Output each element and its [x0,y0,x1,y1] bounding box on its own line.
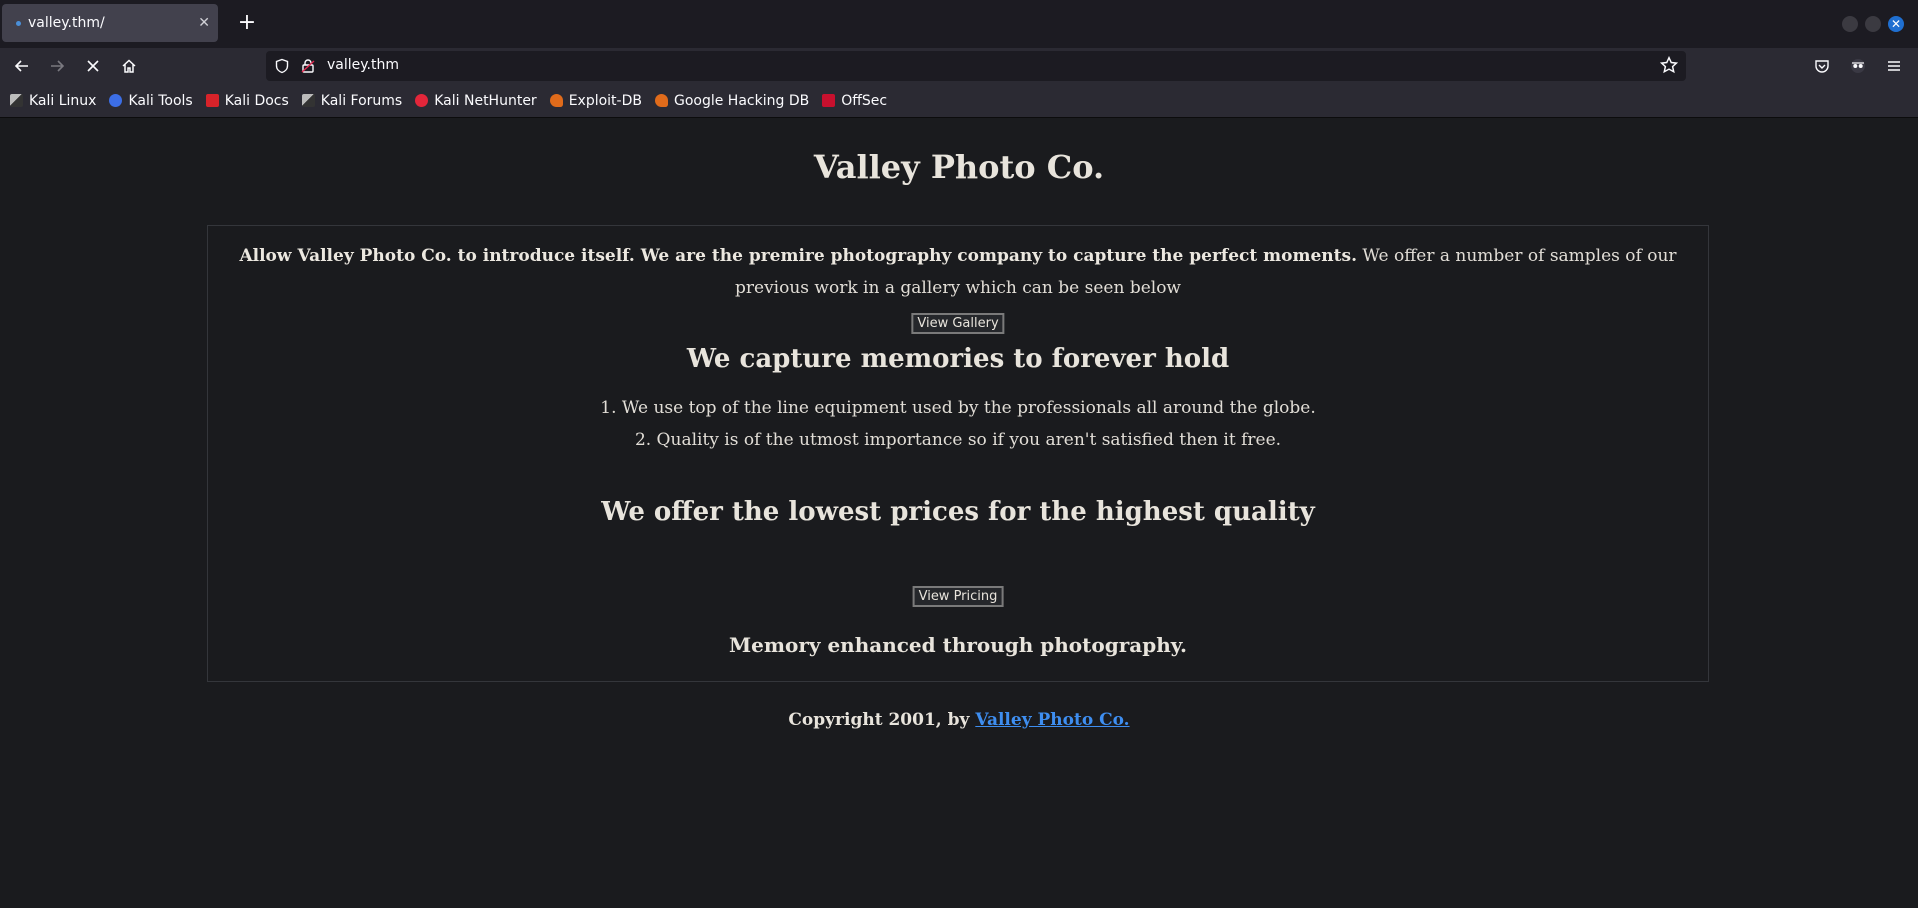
bookmark-label: Kali Forums [320,92,403,109]
kali-dragon-icon [10,94,23,107]
bookmark-kali-tools[interactable]: Kali Tools [109,92,193,109]
navigation-toolbar: valley.thm [0,48,1918,84]
feature-item: 1. We use top of the line equipment used… [600,398,1316,418]
view-gallery-button[interactable]: View Gallery [911,313,1005,334]
account-button[interactable] [1844,52,1872,80]
bookmark-label: OffSec [841,92,888,109]
address-bar[interactable]: valley.thm [266,51,1686,81]
footer-text: Copyright 2001, by [788,710,976,730]
footer-link[interactable]: Valley Photo Co. [975,710,1129,730]
tab-title: valley.thm/ [28,15,105,31]
heading-memories: We capture memories to forever hold [686,344,1230,374]
window-close-button[interactable]: ✕ [1888,16,1904,32]
nethunter-icon [415,94,429,107]
bookmark-label: Kali NetHunter [434,92,537,109]
footer-copyright: Copyright 2001, by Valley Photo Co. [0,710,1918,730]
intro-bold-text: Allow Valley Photo Co. to introduce itse… [239,246,1357,266]
home-button[interactable] [115,52,143,80]
lock-insecure-icon[interactable] [300,58,316,74]
bookmark-google-hacking-db[interactable]: Google Hacking DB [654,92,810,109]
bookmark-kali-nethunter[interactable]: Kali NetHunter [415,92,537,109]
tab-bar: valley.thm/ ✕ + ✕ [0,0,1918,48]
content-box: Allow Valley Photo Co. to introduce itse… [207,225,1709,682]
home-icon [122,59,136,73]
pocket-icon [1815,60,1829,73]
bookmark-kali-docs[interactable]: Kali Docs [205,92,289,109]
bookmark-label: Exploit-DB [568,92,642,109]
forward-arrow-icon [51,60,65,72]
bookmark-kali-forums[interactable]: Kali Forums [301,92,403,109]
url-text[interactable]: valley.thm [327,57,399,73]
bookmarks-toolbar: Kali Linux Kali Tools Kali Docs Kali For… [0,84,1918,118]
back-button[interactable] [8,52,36,80]
stop-button[interactable] [79,52,107,80]
window-minimize-button[interactable] [1842,16,1858,32]
bookmark-exploit-db[interactable]: Exploit-DB [549,92,642,109]
back-arrow-icon [14,60,28,72]
favicon-icon [16,20,21,26]
hamburger-menu-icon [1888,61,1900,71]
view-pricing-button[interactable]: View Pricing [912,586,1004,607]
heading-prices: We offer the lowest prices for the highe… [601,497,1315,527]
window-maximize-button[interactable] [1865,16,1881,32]
account-mask-icon [1851,59,1865,73]
ghdb-icon [654,94,668,107]
pocket-button[interactable] [1808,52,1836,80]
shield-icon[interactable] [274,58,290,74]
kali-forums-icon [301,94,315,107]
bookmark-label: Kali Docs [224,92,289,109]
kali-docs-icon [205,94,219,107]
bookmark-kali-linux[interactable]: Kali Linux [10,93,96,109]
page-title: Valley Photo Co. [813,148,1105,186]
offsec-icon [822,94,836,107]
feature-item: 2. Quality is of the utmost importance s… [634,430,1282,450]
bookmark-label: Kali Linux [29,92,97,109]
menu-button[interactable] [1880,52,1908,80]
forward-button[interactable] [43,52,71,80]
bookmark-label: Google Hacking DB [673,92,810,109]
new-tab-button[interactable]: + [232,8,262,38]
intro-paragraph: Allow Valley Photo Co. to introduce itse… [208,240,1708,304]
exploit-db-icon [549,94,563,107]
tagline: Memory enhanced through photography. [728,633,1188,657]
bookmark-offsec[interactable]: OffSec [822,93,887,109]
bookmark-star-icon[interactable] [1660,56,1678,74]
bookmark-label: Kali Tools [128,92,193,109]
tab-valley[interactable]: valley.thm/ ✕ [2,4,218,42]
stop-x-icon [87,60,99,72]
web-page: Valley Photo Co. Allow Valley Photo Co. … [0,118,1918,908]
kali-tools-icon [109,94,123,107]
tab-close-icon[interactable]: ✕ [198,15,210,31]
